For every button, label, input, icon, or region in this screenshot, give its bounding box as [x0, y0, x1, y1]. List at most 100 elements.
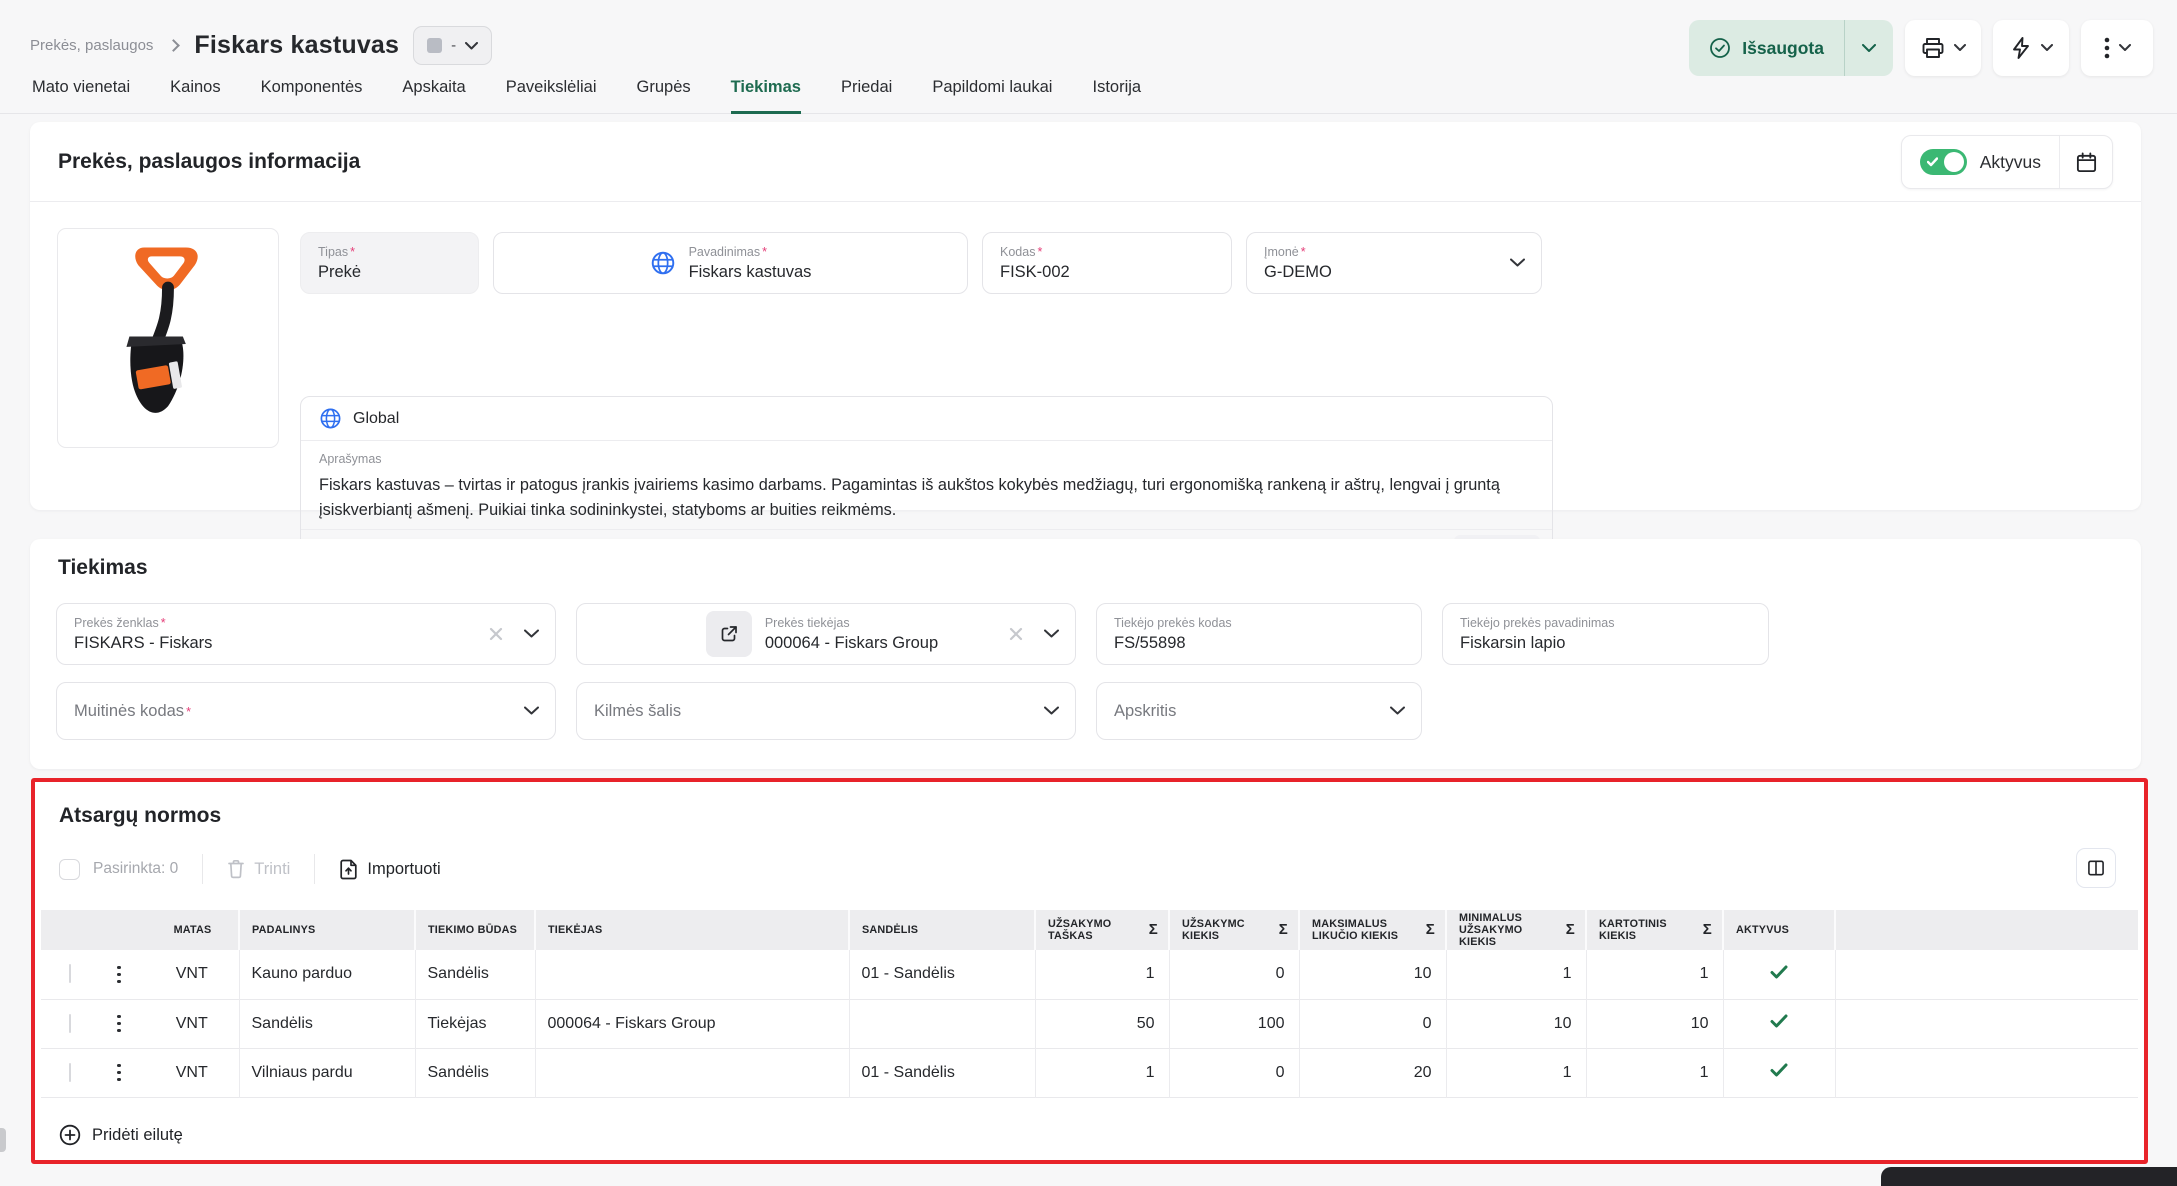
cell-padalinys[interactable]: Vilniaus pardu	[239, 1048, 415, 1097]
cell-padalinys[interactable]: Kauno parduo	[239, 950, 415, 999]
active-toggle[interactable]: Aktyvus	[1902, 136, 2059, 188]
supplier-select[interactable]: Prekės tiekėjas 000064 - Fiskars Group	[576, 603, 1076, 665]
tab-komponentes[interactable]: Komponentės	[261, 78, 363, 114]
district-select[interactable]: Apskritis	[1096, 682, 1422, 740]
tab-istorija[interactable]: Istorija	[1092, 78, 1141, 114]
kodas-field[interactable]: Kodas* FISK-002	[982, 232, 1232, 294]
cell-kiekis[interactable]: 0	[1169, 1048, 1299, 1097]
cell-padalinys[interactable]: Sandėlis	[239, 999, 415, 1048]
tab-grupes[interactable]: Grupės	[637, 78, 691, 114]
aprasymas-label: Aprašymas	[319, 452, 382, 466]
cell-min[interactable]: 10	[1446, 999, 1586, 1048]
supplier-code-value: FS/55898	[1114, 634, 1404, 653]
tab-mato-vienetai[interactable]: Mato vienetai	[32, 78, 130, 114]
cell-aktyvus[interactable]	[1723, 1048, 1835, 1097]
cell-sandelis[interactable]	[849, 999, 1035, 1048]
saved-dropdown-toggle[interactable]	[1845, 20, 1893, 76]
open-supplier-button[interactable]	[706, 611, 752, 657]
chevron-down-icon	[524, 630, 539, 639]
origin-country-select[interactable]: Kilmės šalis	[576, 682, 1076, 740]
imone-label: Įmonė	[1264, 245, 1299, 259]
saved-status-button[interactable]: Išsaugota	[1689, 20, 1893, 76]
calendar-icon	[2075, 151, 2098, 174]
row-menu-icon[interactable]	[111, 966, 127, 984]
cell-aktyvus[interactable]	[1723, 999, 1835, 1048]
supplier-name-value: Fiskarsin lapio	[1460, 634, 1751, 653]
cell-budas[interactable]: Sandėlis	[415, 950, 535, 999]
cell-taskas[interactable]: 1	[1035, 950, 1169, 999]
customs-code-select[interactable]: Muitinės kodas*	[56, 682, 556, 740]
header-minimalus-uzsakymo: MINIMALUS UŽSAKYMO KIEKISΣ	[1446, 910, 1586, 950]
tab-papildomi-laukai[interactable]: Papildomi laukai	[932, 78, 1052, 114]
selected-count-label: Pasirinkta: 0	[93, 860, 178, 878]
cell-kiekis[interactable]: 0	[1169, 950, 1299, 999]
schedule-calendar-button[interactable]	[2060, 136, 2112, 188]
table-row: VNT Sandėlis Tiekėjas 000064 - Fiskars G…	[41, 999, 2138, 1048]
cell-tiekejas[interactable]	[535, 950, 849, 999]
active-toggle-label: Aktyvus	[1980, 152, 2041, 173]
brand-select[interactable]: Prekės ženklas* FISKARS - Fiskars	[56, 603, 556, 665]
cell-kartotinis[interactable]: 10	[1586, 999, 1723, 1048]
print-button[interactable]	[1905, 20, 1981, 76]
tab-paveiksleliai[interactable]: Paveikslėliai	[506, 78, 597, 114]
aprasymas-text: Fiskars kastuvas – tvirtas ir patogus įr…	[319, 473, 1534, 523]
row-checkbox[interactable]	[69, 1063, 71, 1082]
cell-maks[interactable]: 0	[1299, 999, 1446, 1048]
table-row: VNT Kauno parduo Sandėlis 01 - Sandėlis …	[41, 950, 2138, 999]
supplier-name-field[interactable]: Tiekėjo prekės pavadinimas Fiskarsin lap…	[1442, 603, 1769, 665]
supplier-code-field[interactable]: Tiekėjo prekės kodas FS/55898	[1096, 603, 1422, 665]
shovel-image	[93, 243, 243, 433]
select-all-checkbox[interactable]	[59, 859, 80, 880]
kebab-menu-icon	[2104, 36, 2110, 60]
cell-min[interactable]: 1	[1446, 950, 1586, 999]
cell-tiekejas[interactable]	[535, 1048, 849, 1097]
brand-value: FISKARS - Fiskars	[74, 634, 538, 653]
row-menu-icon[interactable]	[111, 1064, 127, 1082]
tab-tiekimas[interactable]: Tiekimas	[731, 78, 801, 114]
cell-kiekis[interactable]: 100	[1169, 999, 1299, 1048]
tab-apskaita[interactable]: Apskaita	[402, 78, 465, 114]
cell-tiekejas[interactable]: 000064 - Fiskars Group	[535, 999, 849, 1048]
cell-aktyvus[interactable]	[1723, 950, 1835, 999]
add-row-button[interactable]: Pridėti eilutę	[59, 1124, 183, 1146]
cell-kartotinis[interactable]: 1	[1586, 950, 1723, 999]
cell-matas[interactable]: VNT	[145, 1048, 239, 1097]
cell-min[interactable]: 1	[1446, 1048, 1586, 1097]
cell-budas[interactable]: Tiekėjas	[415, 999, 535, 1048]
row-checkbox[interactable]	[69, 1014, 71, 1033]
cell-maks[interactable]: 20	[1299, 1048, 1446, 1097]
cell-maks[interactable]: 10	[1299, 950, 1446, 999]
header-matas: MATAS	[145, 910, 239, 950]
clear-supplier-icon[interactable]	[1009, 627, 1023, 641]
description-textarea[interactable]: Aprašymas Fiskars kastuvas – tvirtas ir …	[301, 441, 1552, 529]
cell-sandelis[interactable]: 01 - Sandėlis	[849, 950, 1035, 999]
cell-taskas[interactable]: 50	[1035, 999, 1169, 1048]
pavadinimas-field[interactable]: Pavadinimas* Fiskars kastuvas	[493, 232, 968, 294]
row-menu-icon[interactable]	[111, 1015, 127, 1033]
color-variant-dropdown[interactable]: -	[413, 26, 492, 65]
cell-matas[interactable]: VNT	[145, 950, 239, 999]
cell-taskas[interactable]: 1	[1035, 1048, 1169, 1097]
header-tiekimo-budas: TIEKIMO BŪDAS	[415, 910, 535, 950]
breadcrumb-parent-link[interactable]: Prekės, paslaugos	[30, 37, 153, 54]
cell-kartotinis[interactable]: 1	[1586, 1048, 1723, 1097]
imone-select[interactable]: Įmonė* G-DEMO	[1246, 232, 1542, 294]
column-settings-button[interactable]	[2076, 848, 2116, 888]
brand-label: Prekės ženklas	[74, 616, 159, 630]
tipas-field[interactable]: Tipas* Prekė	[300, 232, 479, 294]
chevron-down-icon	[1044, 630, 1059, 639]
more-actions-button[interactable]	[2081, 20, 2153, 76]
active-check-icon	[1770, 1014, 1788, 1028]
check-circle-icon	[1709, 37, 1731, 59]
cell-sandelis[interactable]: 01 - Sandėlis	[849, 1048, 1035, 1097]
cell-matas[interactable]: VNT	[145, 999, 239, 1048]
row-checkbox[interactable]	[69, 964, 71, 983]
cell-budas[interactable]: Sandėlis	[415, 1048, 535, 1097]
automation-button[interactable]	[1993, 20, 2069, 76]
import-button[interactable]: Importuoti	[339, 859, 440, 880]
clear-brand-icon[interactable]	[489, 627, 503, 641]
header-uzsakymo-taskas: UŽSAKYMO TAŠKASΣ	[1035, 910, 1169, 950]
tab-priedai[interactable]: Priedai	[841, 78, 892, 114]
delete-button[interactable]: Trinti	[227, 859, 290, 879]
tab-kainos[interactable]: Kainos	[170, 78, 220, 114]
